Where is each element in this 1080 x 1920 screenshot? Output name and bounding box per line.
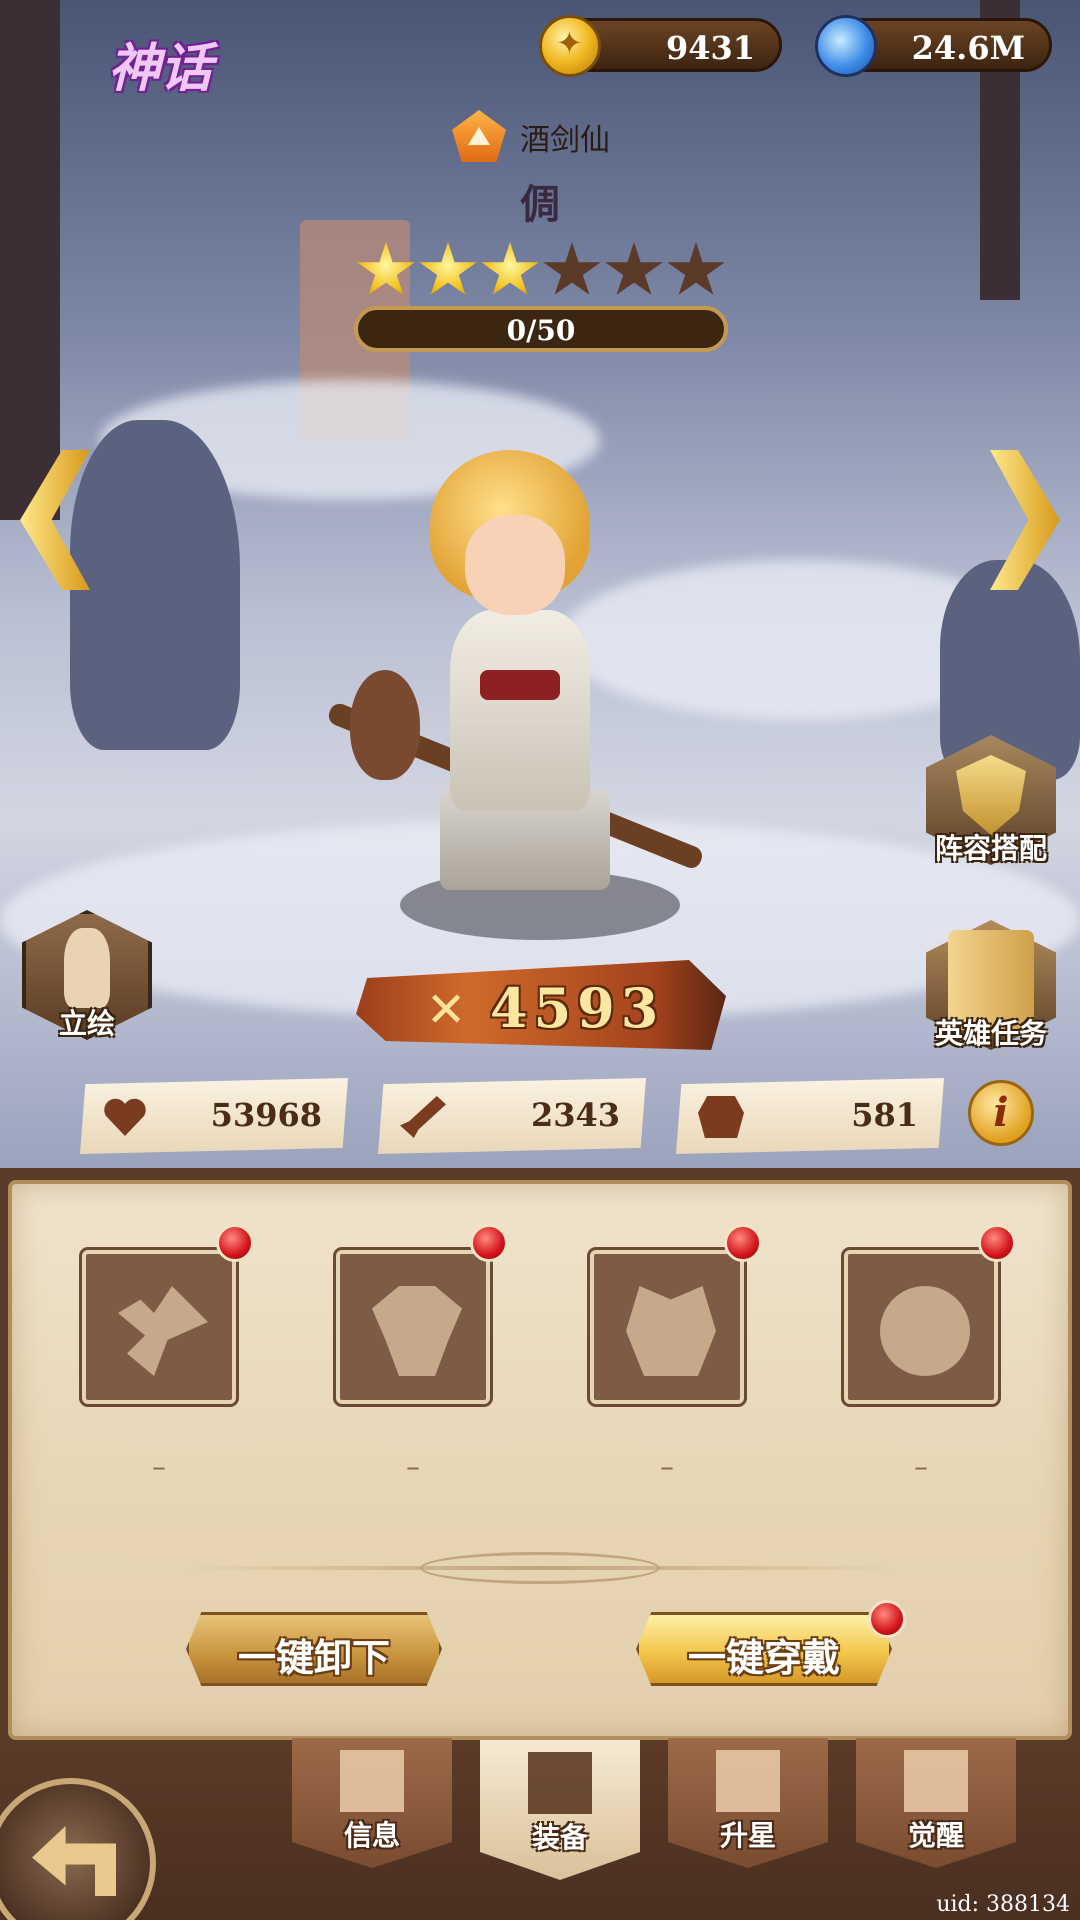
accessory-icon (880, 1286, 970, 1376)
equip-slot-accessory[interactable] (841, 1224, 1016, 1407)
tab-equipment[interactable]: 装备 (480, 1740, 640, 1880)
potion-amount: 24.6M (911, 29, 1025, 67)
slot-empty-label: – (152, 1450, 166, 1483)
star-rating (356, 242, 726, 300)
power-value: 4593 (490, 976, 665, 1040)
back-arrow-icon (32, 1826, 116, 1896)
hero-body (450, 610, 590, 810)
hero-character (320, 440, 705, 910)
portrait-button[interactable]: 立绘 (22, 910, 152, 1050)
divider-ornament (420, 1552, 660, 1584)
gold-counter[interactable]: 9431 (539, 15, 782, 77)
unequip-all-label: 一键卸下 (237, 1636, 390, 1680)
star-up-tab-icon (716, 1750, 780, 1812)
weapon-icon (118, 1286, 208, 1376)
hp-stat: 53968 (80, 1078, 348, 1154)
red-dot-notification (470, 1224, 508, 1262)
progress-text: 0/50 (506, 314, 576, 347)
equip-slot-armor[interactable] (333, 1224, 508, 1407)
hp-value: 53968 (210, 1096, 322, 1134)
tab-star-up[interactable]: 升星 (668, 1738, 828, 1868)
potion-icon (815, 15, 877, 77)
tab-label: 觉醒 (907, 1819, 964, 1852)
info-icon: i (993, 1089, 1009, 1136)
rarity-label: 神话 (108, 38, 213, 99)
hero-face (465, 515, 565, 615)
armor-icon (698, 1096, 744, 1138)
unequip-all-button[interactable]: 一键卸下 (186, 1612, 442, 1686)
star-empty-icon (605, 242, 663, 295)
info-tab-icon (340, 1750, 404, 1812)
hero-gourd (350, 670, 420, 780)
hero-quest-button[interactable]: 英雄任务 (926, 920, 1056, 1060)
equip-slot-helmet[interactable] (587, 1224, 762, 1407)
hero-sash (480, 670, 560, 700)
star-filled-icon (419, 242, 477, 295)
tab-label: 装备 (531, 1821, 588, 1854)
crossed-swords-icon: ✕ (426, 982, 467, 1038)
portrait-silhouette-icon (64, 928, 110, 1008)
gold-coin-icon (539, 15, 601, 77)
defense-stat: 581 (676, 1078, 944, 1154)
equip-all-button[interactable]: 一键穿戴 (636, 1612, 892, 1686)
equipment-tab-icon (528, 1752, 592, 1814)
info-button[interactable]: i (968, 1080, 1034, 1146)
potion-counter[interactable]: 24.6M (815, 15, 1052, 77)
lineup-label: 阵容搭配 (934, 832, 1047, 865)
equip-slot-weapon[interactable] (79, 1224, 254, 1407)
red-dot-notification (724, 1224, 762, 1262)
star-empty-icon (667, 242, 725, 295)
lineup-button[interactable]: 阵容搭配 (926, 735, 1056, 875)
heart-icon (102, 1096, 148, 1138)
attack-stat: 2343 (378, 1078, 646, 1154)
tab-info[interactable]: 信息 (292, 1738, 452, 1868)
portrait-label: 立绘 (58, 1007, 115, 1040)
helmet-icon (626, 1286, 716, 1376)
red-dot-notification (978, 1224, 1016, 1262)
tab-label: 升星 (719, 1819, 776, 1852)
hero-name: 倜 (520, 182, 560, 228)
star-empty-icon (543, 242, 601, 295)
tab-awaken[interactable]: 觉醒 (856, 1738, 1016, 1868)
attack-value: 2343 (530, 1096, 620, 1134)
red-dot-notification (868, 1600, 906, 1638)
gold-amount: 9431 (665, 29, 755, 67)
equip-all-label: 一键穿戴 (687, 1636, 840, 1680)
star-filled-icon (357, 242, 415, 295)
tree-trunk (0, 0, 60, 520)
uid-label: uid: 388134 (936, 1892, 1070, 1917)
star-filled-icon (481, 242, 539, 295)
red-dot-notification (216, 1224, 254, 1262)
hero-quest-label: 英雄任务 (934, 1017, 1047, 1050)
hero-title: 酒剑仙 (520, 123, 610, 158)
armor-icon (372, 1286, 462, 1376)
tab-label: 信息 (343, 1819, 400, 1852)
slot-empty-label: – (660, 1450, 674, 1483)
star-progress-bar: 0/50 (354, 306, 728, 352)
defense-value: 581 (851, 1096, 918, 1134)
sword-icon (400, 1096, 446, 1138)
slot-empty-label: – (914, 1450, 928, 1483)
awaken-tab-icon (904, 1750, 968, 1812)
rock-pillar (70, 420, 240, 750)
slot-empty-label: – (406, 1450, 420, 1483)
